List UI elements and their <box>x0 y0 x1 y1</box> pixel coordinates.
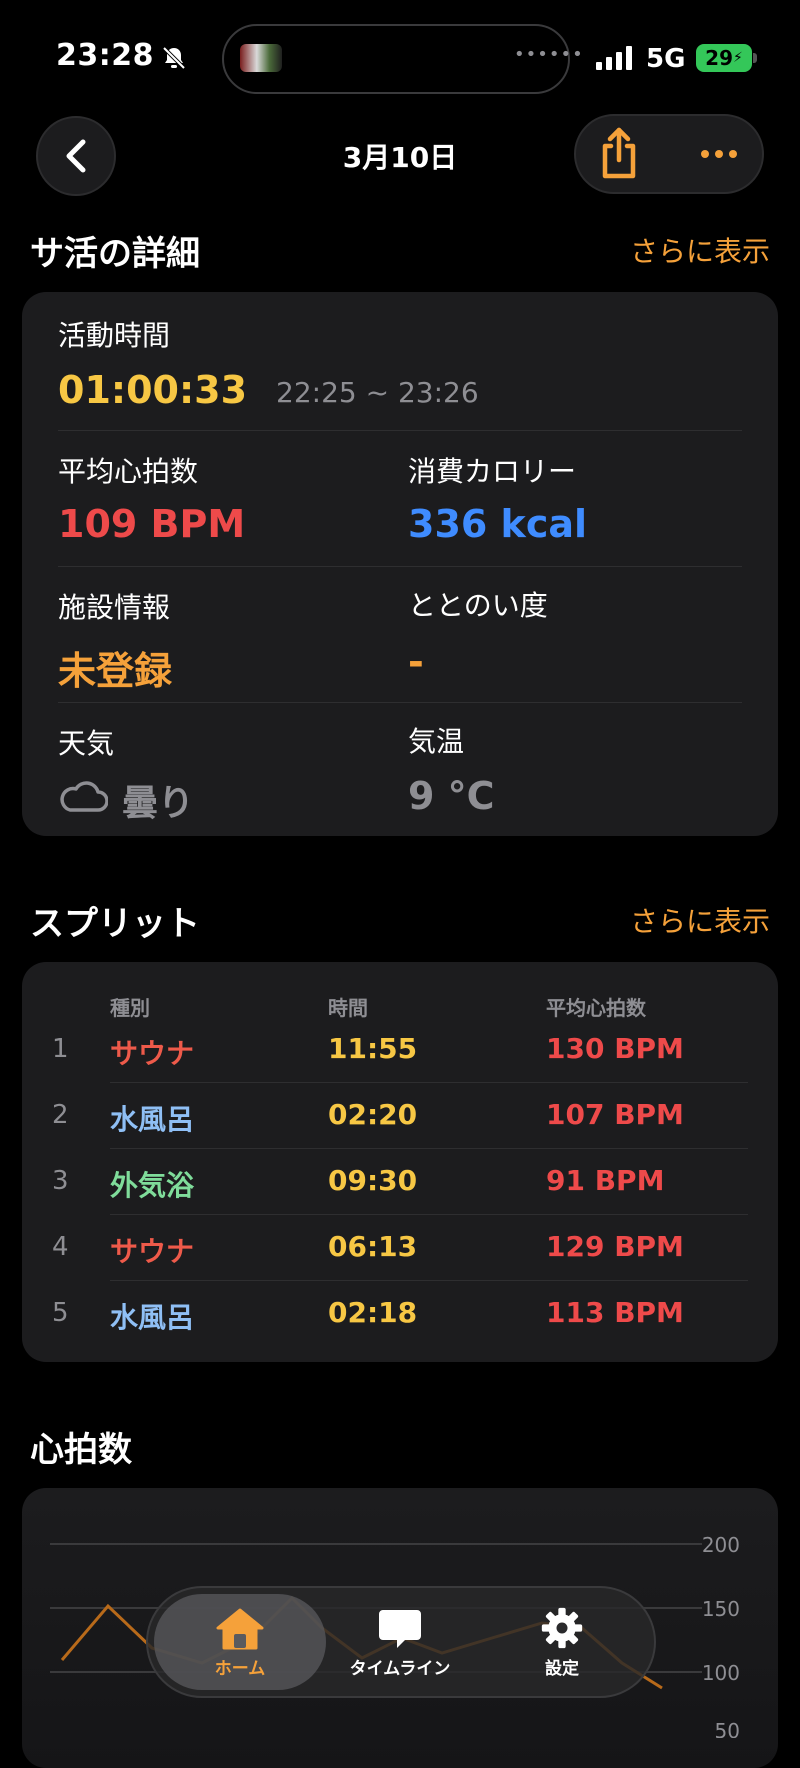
split-row-number: 5 <box>52 1298 69 1328</box>
split-row-type: 水風呂 <box>110 1103 195 1136</box>
split-row-type: 外気浴 <box>110 1169 195 1202</box>
facility-label: 施設情報 <box>58 591 171 624</box>
network-type: 5G <box>646 44 686 74</box>
facility-value[interactable]: 未登録 <box>58 640 172 695</box>
totonoi-label: ととのい度 <box>408 589 548 622</box>
col-header-avg-hr: 平均心拍数 <box>546 996 646 1020</box>
battery-tip <box>753 53 757 63</box>
tab-timeline[interactable]: タイムライン <box>330 1594 470 1690</box>
weather-value: 曇り <box>122 783 195 824</box>
silent-bell-icon <box>162 46 186 70</box>
temperature-value: 9 °C <box>408 774 495 818</box>
split-row-divider <box>110 1082 748 1083</box>
divider <box>58 430 742 431</box>
tab-home-label: ホーム <box>214 1658 266 1679</box>
tab-timeline-label: タイムライン <box>349 1658 451 1679</box>
split-row-number: 2 <box>52 1100 69 1130</box>
chat-bubble-icon <box>379 1609 421 1648</box>
y-tick-200: 200 <box>702 1533 740 1557</box>
calories-value: 336 kcal <box>408 502 588 546</box>
split-row-number: 1 <box>52 1034 69 1064</box>
cellular-signal-icon <box>596 46 632 70</box>
tab-settings[interactable]: 設定 <box>492 1594 632 1690</box>
split-row-type: サウナ <box>110 1037 195 1070</box>
y-tick-150: 150 <box>702 1597 740 1621</box>
battery-indicator: 29 ⚡ <box>696 44 752 72</box>
temperature-label: 気温 <box>408 725 465 758</box>
splits-section-title: スプリット <box>30 904 200 944</box>
y-tick-50: 50 <box>715 1719 740 1738</box>
tab-home[interactable]: ホーム <box>154 1594 326 1690</box>
split-row-divider <box>110 1214 748 1215</box>
calories-label: 消費カロリー <box>408 455 577 488</box>
split-row-avg-hr: 91 BPM <box>546 1164 665 1197</box>
split-row-time: 09:30 <box>328 1164 418 1197</box>
avg-heart-rate-label: 平均心拍数 <box>58 455 199 488</box>
house-icon <box>216 1608 264 1649</box>
cloud-icon <box>60 781 108 812</box>
split-row-avg-hr: 107 BPM <box>546 1098 684 1131</box>
split-row-avg-hr: 129 BPM <box>546 1230 684 1263</box>
activity-time-value: 01:00:33 <box>58 368 248 412</box>
share-icon[interactable] <box>594 124 644 184</box>
split-row-type: サウナ <box>110 1235 195 1268</box>
divider <box>58 566 742 567</box>
y-tick-100: 100 <box>702 1661 740 1685</box>
battery-level: 29 <box>705 46 733 70</box>
activity-time-label: 活動時間 <box>58 319 171 352</box>
split-row-time: 02:18 <box>328 1296 418 1329</box>
gear-icon <box>541 1607 583 1648</box>
split-row-type: 水風呂 <box>110 1301 195 1334</box>
more-options-icon[interactable] <box>694 140 744 168</box>
avg-heart-rate-value: 109 BPM <box>58 502 246 546</box>
split-row-number: 4 <box>52 1232 69 1262</box>
split-row-time: 02:20 <box>328 1098 418 1131</box>
splits-see-more-link[interactable]: さらに表示 <box>630 900 770 940</box>
split-row-time: 06:13 <box>328 1230 418 1263</box>
divider <box>58 702 742 703</box>
activity-time-range: 22:25 ~ 23:26 <box>276 376 479 409</box>
totonoi-value[interactable]: - <box>408 640 424 684</box>
waveform-icon: •••••• <box>514 44 584 65</box>
col-header-time: 時間 <box>328 996 368 1020</box>
split-row-avg-hr: 113 BPM <box>546 1296 684 1329</box>
split-row-divider <box>110 1280 748 1281</box>
split-row-number: 3 <box>52 1166 69 1196</box>
split-row-time: 11:55 <box>328 1032 418 1065</box>
summary-section-title: サ活の詳細 <box>30 234 200 274</box>
live-activity-thumbnail <box>240 44 282 72</box>
charging-bolt-icon: ⚡ <box>733 50 743 66</box>
summary-see-more-link[interactable]: さらに表示 <box>630 230 770 270</box>
status-time: 23:28 <box>56 38 154 73</box>
split-row-avg-hr: 130 BPM <box>546 1032 684 1065</box>
split-row-divider <box>110 1148 748 1149</box>
tab-settings-label: 設定 <box>545 1658 579 1679</box>
heart-rate-section-title: 心拍数 <box>30 1430 132 1470</box>
weather-label: 天気 <box>58 727 115 760</box>
col-header-type: 種別 <box>110 996 150 1020</box>
